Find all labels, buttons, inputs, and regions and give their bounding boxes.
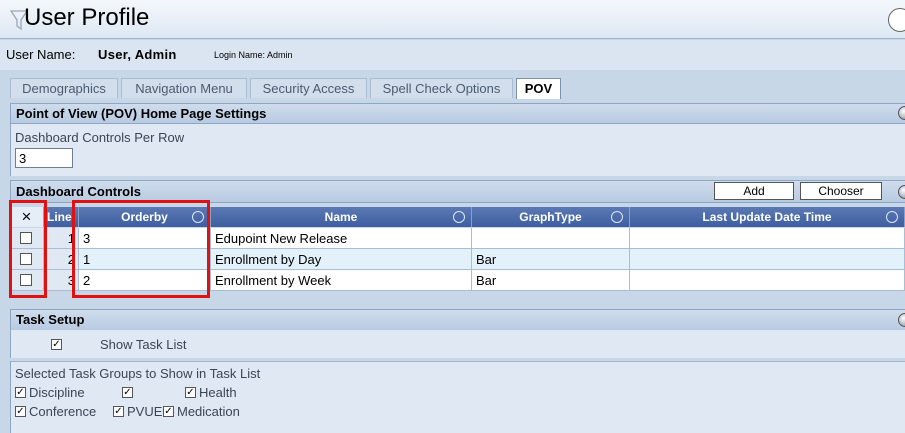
graphtype-cell bbox=[472, 228, 630, 249]
last-update-cell bbox=[630, 249, 905, 270]
page-title: User Profile bbox=[24, 4, 150, 31]
per-row-label: Dashboard Controls Per Row bbox=[15, 130, 185, 145]
medication-label: Medication bbox=[177, 404, 240, 419]
show-task-list-checkbox[interactable]: ✓ bbox=[51, 339, 62, 350]
collapse-icon[interactable] bbox=[898, 106, 905, 120]
sort-icon[interactable] bbox=[453, 211, 465, 223]
column-header-last-update[interactable]: Last Update Date Time bbox=[630, 207, 905, 227]
highlight-box-orderby-column bbox=[72, 200, 210, 298]
conference-checkbox[interactable]: ✓ bbox=[15, 406, 26, 417]
highlight-box-select-column bbox=[9, 200, 47, 298]
tab-navigation-menu[interactable]: Navigation Menu bbox=[121, 78, 247, 98]
tab-security-access[interactable]: Security Access bbox=[250, 78, 367, 98]
user-name-label: User Name: bbox=[6, 47, 76, 62]
collapse-icon[interactable] bbox=[898, 185, 905, 199]
task-groups-panel: Selected Task Groups to Show in Task Lis… bbox=[10, 361, 905, 433]
task-groups-label: Selected Task Groups to Show in Task Lis… bbox=[15, 366, 261, 381]
tab-spell-check-options[interactable]: Spell Check Options bbox=[370, 78, 513, 98]
medication-checkbox[interactable]: ✓ bbox=[163, 406, 174, 417]
task-section-header[interactable]: Task Setup bbox=[10, 309, 905, 331]
dashboard-section-title: Dashboard Controls bbox=[16, 184, 141, 199]
show-task-list-label: Show Task List bbox=[100, 337, 187, 352]
pvue-checkbox[interactable]: ✓ bbox=[113, 406, 124, 417]
task-section-title: Task Setup bbox=[16, 312, 85, 327]
graphtype-cell: Bar bbox=[472, 249, 630, 270]
column-header-last-update-label: Last Update Date Time bbox=[702, 210, 832, 224]
login-name-text: Login Name: Admin bbox=[214, 50, 293, 60]
title-bar: User Profile bbox=[0, 0, 905, 39]
last-update-cell bbox=[630, 270, 905, 291]
unlabeled-group-checkbox[interactable]: ✓ bbox=[122, 387, 133, 398]
close-circle-button[interactable] bbox=[888, 8, 905, 32]
pov-section-body: Dashboard Controls Per Row bbox=[10, 124, 905, 176]
collapse-icon[interactable] bbox=[898, 313, 905, 327]
column-header-graphtype[interactable]: GraphType bbox=[472, 207, 630, 227]
discipline-checkbox[interactable]: ✓ bbox=[15, 387, 26, 398]
user-info-bar: User Name: User, Admin Login Name: Admin bbox=[0, 40, 905, 70]
chooser-button[interactable]: Chooser bbox=[800, 182, 882, 200]
sort-icon[interactable] bbox=[886, 211, 898, 223]
column-header-name[interactable]: Name bbox=[211, 207, 472, 227]
column-header-name-label: Name bbox=[324, 210, 358, 224]
graphtype-cell: Bar bbox=[472, 270, 630, 291]
name-cell: Enrollment by Day bbox=[211, 249, 472, 270]
per-row-input[interactable] bbox=[15, 148, 73, 168]
pov-section-header[interactable]: Point of View (POV) Home Page Settings bbox=[10, 103, 905, 124]
health-checkbox[interactable]: ✓ bbox=[185, 387, 196, 398]
task-list-toggle-row: ✓ Show Task List bbox=[10, 330, 905, 358]
health-label: Health bbox=[199, 385, 237, 400]
name-cell: Edupoint New Release bbox=[211, 228, 472, 249]
name-cell: Enrollment by Week bbox=[211, 270, 472, 291]
pov-section-title: Point of View (POV) Home Page Settings bbox=[16, 106, 267, 121]
last-update-cell bbox=[630, 228, 905, 249]
tab-demographics[interactable]: Demographics bbox=[10, 78, 118, 98]
user-name-value: User, Admin bbox=[98, 47, 177, 62]
conference-label: Conference bbox=[29, 404, 97, 419]
discipline-label: Discipline bbox=[29, 385, 85, 400]
add-button[interactable]: Add bbox=[714, 182, 794, 200]
tab-pov[interactable]: POV bbox=[516, 78, 561, 99]
sort-icon[interactable] bbox=[611, 211, 623, 223]
pvue-label: PVUE bbox=[127, 404, 163, 419]
column-header-graphtype-label: GraphType bbox=[519, 210, 582, 224]
